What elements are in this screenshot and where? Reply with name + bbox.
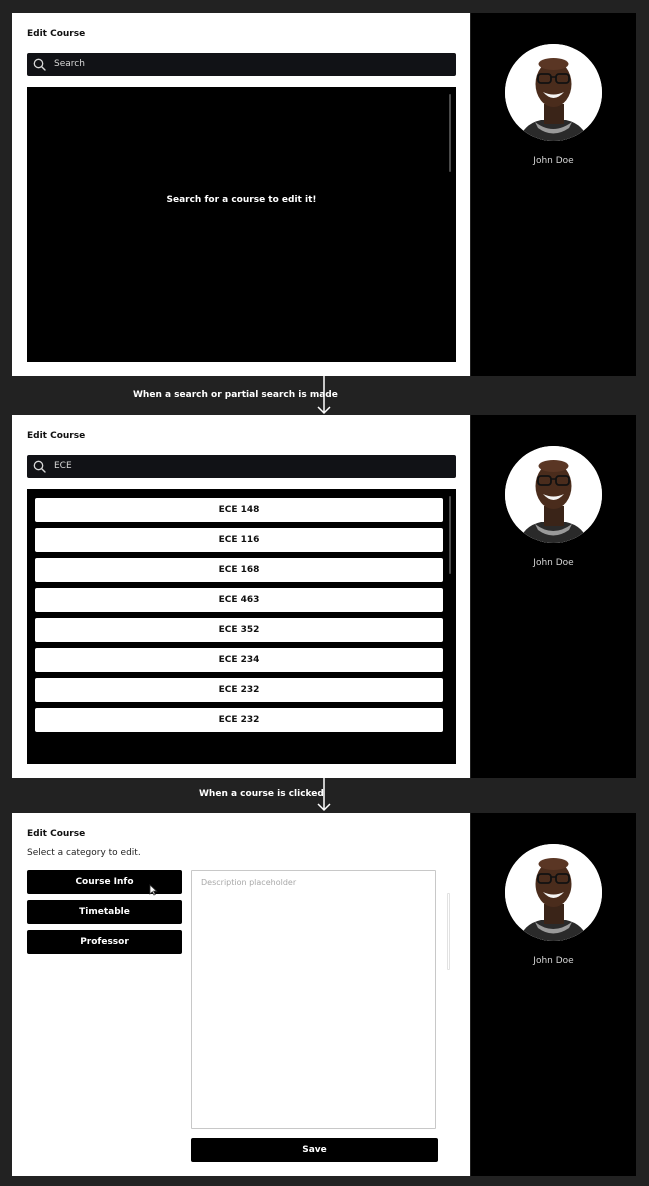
course-result-button[interactable]: ECE 234: [35, 648, 443, 672]
user-avatar-photo-icon: [505, 844, 602, 941]
user-name: John Doe: [533, 156, 574, 166]
page-title: Edit Course: [27, 431, 86, 441]
main-panel: Edit Course Select a category to edit. C…: [12, 813, 470, 1176]
search-input[interactable]: ECE: [27, 455, 456, 478]
timetable-button[interactable]: Timetable: [27, 900, 182, 924]
profile-sidebar: John Doe: [471, 13, 636, 376]
avatar[interactable]: [505, 844, 602, 941]
profile-sidebar: John Doe: [471, 415, 636, 778]
edit-course-screen-empty: Edit Course Search Search for a course t…: [12, 13, 636, 376]
main-panel: Edit Course ECE ECE 148 ECE 116 ECE 168 …: [12, 415, 470, 778]
flow-connector: When a course is clicked: [0, 778, 649, 813]
page-title: Edit Course: [27, 29, 86, 39]
results-list: ECE 148 ECE 116 ECE 168 ECE 463 ECE 352 …: [35, 498, 443, 738]
scrollbar[interactable]: [449, 94, 451, 172]
scrollbar[interactable]: [447, 893, 450, 970]
results-panel: ECE 148 ECE 116 ECE 168 ECE 463 ECE 352 …: [27, 489, 456, 764]
flow-label: When a course is clicked: [199, 789, 324, 799]
search-input[interactable]: Search: [27, 53, 456, 76]
flow-connector: When a search or partial search is made: [0, 376, 649, 415]
search-input-value: ECE: [54, 461, 72, 471]
main-panel: Edit Course Search Search for a course t…: [12, 13, 470, 376]
course-result-button[interactable]: ECE 168: [35, 558, 443, 582]
arrow-down-icon: [317, 778, 331, 812]
course-result-button[interactable]: ECE 148: [35, 498, 443, 522]
empty-state-message: Search for a course to edit it!: [166, 195, 317, 205]
page-subtitle: Select a category to edit.: [27, 848, 141, 858]
search-icon: [33, 460, 46, 473]
course-result-button[interactable]: ECE 232: [35, 678, 443, 702]
results-panel: Search for a course to edit it!: [27, 87, 456, 362]
course-info-button[interactable]: Course Info: [27, 870, 182, 894]
course-result-button[interactable]: ECE 232: [35, 708, 443, 732]
profile-sidebar: John Doe: [471, 813, 636, 1176]
flow-label: When a search or partial search is made: [133, 390, 338, 400]
search-icon: [33, 58, 46, 71]
professor-button[interactable]: Professor: [27, 930, 182, 954]
edit-course-screen-results: Edit Course ECE ECE 148 ECE 116 ECE 168 …: [12, 415, 636, 778]
page-title: Edit Course: [27, 829, 86, 839]
avatar[interactable]: [505, 44, 602, 141]
user-name: John Doe: [533, 956, 574, 966]
edit-course-screen-details: Edit Course Select a category to edit. C…: [12, 813, 636, 1176]
user-name: John Doe: [533, 558, 574, 568]
mouse-pointer-icon: [149, 884, 158, 896]
search-input-value: Search: [54, 59, 85, 69]
arrow-down-icon: [317, 376, 331, 415]
save-button[interactable]: Save: [191, 1138, 438, 1162]
course-result-button[interactable]: ECE 463: [35, 588, 443, 612]
user-avatar-photo-icon: [505, 446, 602, 543]
course-result-button[interactable]: ECE 116: [35, 528, 443, 552]
user-avatar-photo-icon: [505, 44, 602, 141]
description-textarea[interactable]: Description placeholder: [191, 870, 436, 1129]
scrollbar[interactable]: [449, 496, 451, 574]
avatar[interactable]: [505, 446, 602, 543]
course-result-button[interactable]: ECE 352: [35, 618, 443, 642]
